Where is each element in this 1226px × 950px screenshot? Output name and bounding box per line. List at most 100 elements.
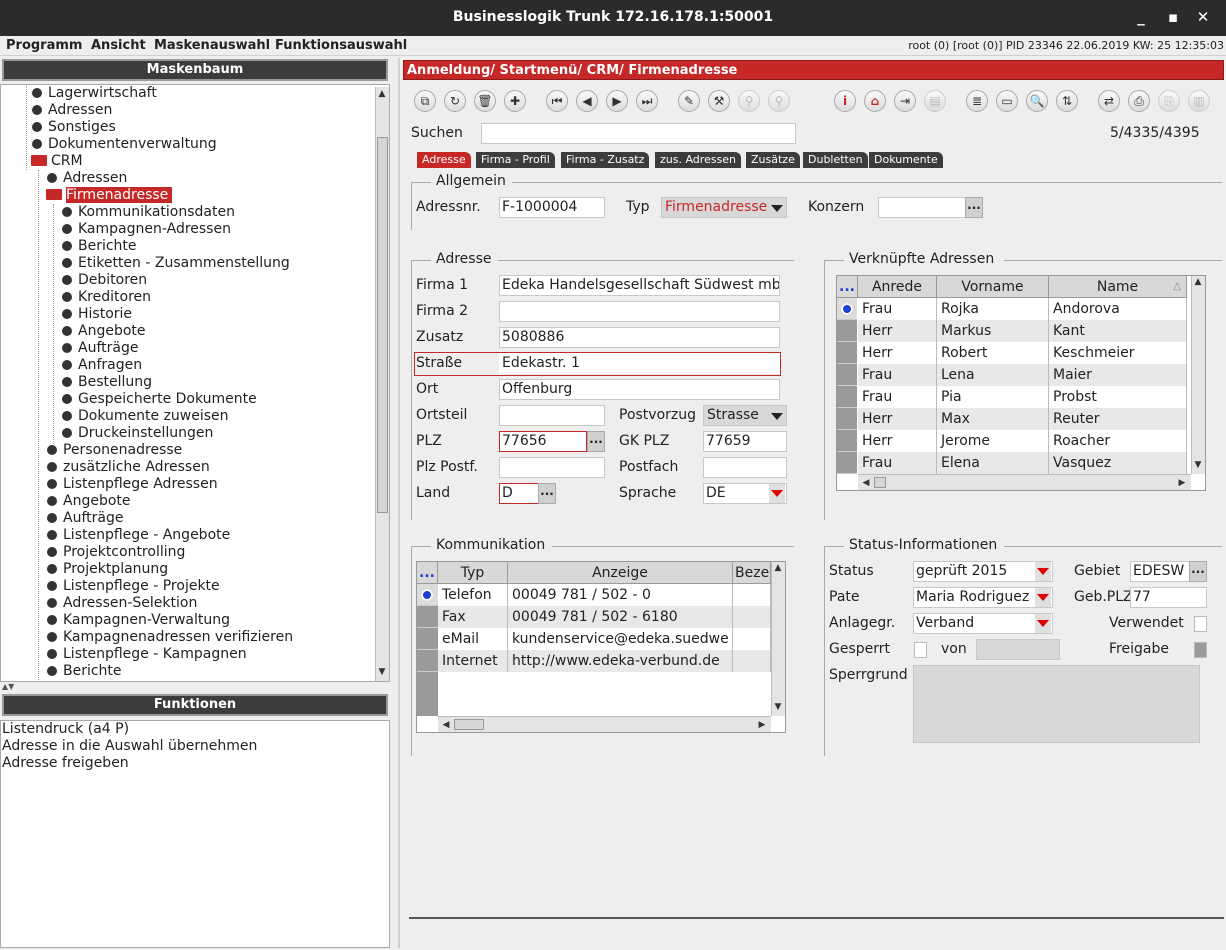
table-cell[interactable]: eMail: [438, 628, 508, 650]
tree-item[interactable]: CRM: [31, 153, 83, 170]
tree-item[interactable]: Adressen-Selektion: [47, 595, 197, 612]
postfach-field[interactable]: [703, 457, 787, 478]
table-cell[interactable]: Markus: [937, 320, 1049, 342]
table-cell[interactable]: kundenservice@edeka.suedwe: [508, 628, 733, 650]
anlagegr-dropdown-icon[interactable]: [1035, 614, 1051, 633]
gebiet-lookup-button[interactable]: ...: [1189, 561, 1207, 582]
table-cell[interactable]: Herr: [858, 320, 937, 342]
sprache-dropdown-icon[interactable]: [769, 484, 785, 503]
function-item[interactable]: Listendruck (a4 P): [1, 721, 389, 738]
last-record-icon[interactable]: ⏭: [636, 90, 658, 112]
table-cell[interactable]: Frau: [858, 298, 937, 320]
edit-icon[interactable]: ✎: [678, 90, 700, 112]
table-cell[interactable]: Jerome: [937, 430, 1049, 452]
tree-item[interactable]: Lagerwirtschaft: [32, 85, 157, 102]
tree-item[interactable]: Listenpflege - Projekte: [47, 578, 220, 595]
column-header-typ[interactable]: Typ: [438, 562, 508, 584]
close-button[interactable]: ✕: [1194, 8, 1212, 26]
tree-item[interactable]: Bestellung: [62, 374, 152, 391]
firma2-field[interactable]: [499, 301, 780, 322]
tab-5[interactable]: Dubletten: [803, 152, 868, 168]
plzpostf-field[interactable]: [499, 457, 605, 478]
typ-dropdown[interactable]: Firmenadresse: [661, 197, 787, 218]
menu-maskenauswahl[interactable]: Maskenauswahl: [154, 38, 270, 53]
firma1-field[interactable]: Edeka Handelsgesellschaft Südwest mb: [499, 275, 780, 296]
tab-3[interactable]: zus. Adressen: [655, 152, 742, 168]
row-marker[interactable]: [837, 320, 857, 342]
table-cell[interactable]: Fax: [438, 606, 508, 628]
menu-ansicht[interactable]: Ansicht: [91, 38, 146, 53]
tree-item[interactable]: Adressen: [47, 170, 127, 187]
tree-item[interactable]: Angebote: [47, 493, 131, 510]
tab-1[interactable]: Firma - Profil: [476, 152, 555, 168]
table-cell[interactable]: 00049 781 / 502 - 6180: [508, 606, 733, 628]
swap-icon[interactable]: ⇄: [1098, 90, 1120, 112]
tree-item[interactable]: Berichte: [62, 238, 137, 255]
tab-4[interactable]: Zusätze: [746, 152, 800, 168]
gebiet-field[interactable]: EDESW: [1130, 561, 1190, 582]
table-cell[interactable]: Internet: [438, 650, 508, 672]
info-icon[interactable]: i: [834, 90, 856, 112]
row-marker[interactable]: [837, 386, 857, 408]
first-record-icon[interactable]: ⏮: [546, 90, 568, 112]
verwendet-checkbox[interactable]: [1194, 616, 1207, 632]
tree-item[interactable]: Listenpflege - Angebote: [47, 527, 230, 544]
tree-item[interactable]: Projektplanung: [47, 561, 168, 578]
table-menu-button[interactable]: ...: [417, 562, 438, 584]
row-marker[interactable]: [837, 430, 857, 452]
tab-2[interactable]: Firma - Zusatz: [561, 152, 650, 168]
tree-item[interactable]: Berichte: [47, 663, 122, 680]
status-field[interactable]: geprüft 2015: [913, 561, 1053, 582]
table-cell[interactable]: Probst: [1049, 386, 1187, 408]
delete-icon[interactable]: 🗑: [474, 90, 496, 112]
menu-programm[interactable]: Programm: [6, 38, 82, 53]
linked-table-vscroll[interactable]: ▲ ▼: [1191, 276, 1205, 474]
row-marker[interactable]: [417, 628, 438, 650]
table-cell[interactable]: Roacher: [1049, 430, 1187, 452]
table-cell[interactable]: Frau: [858, 364, 937, 386]
ort-field[interactable]: Offenburg: [499, 379, 780, 400]
tree-item[interactable]: Debitoren: [62, 272, 147, 289]
sort-icon[interactable]: ⇅: [1056, 90, 1078, 112]
tree-item[interactable]: Dokumentenverwaltung: [32, 136, 217, 153]
land-lookup-button[interactable]: ...: [538, 483, 556, 504]
refresh-icon[interactable]: ↻: [444, 90, 466, 112]
tree-item[interactable]: Angebote: [62, 323, 146, 340]
table-cell[interactable]: Maier: [1049, 364, 1187, 386]
status-dropdown-icon[interactable]: [1035, 562, 1051, 581]
anlagegr-field[interactable]: Verband: [913, 613, 1053, 634]
row-marker[interactable]: [837, 364, 857, 386]
table-cell[interactable]: Keschmeier: [1049, 342, 1187, 364]
tree-item[interactable]: Sonstiges: [32, 119, 116, 136]
table-cell[interactable]: Kant: [1049, 320, 1187, 342]
zusatz-field[interactable]: 5080886: [499, 327, 780, 348]
tree-item[interactable]: Kampagnen-Adressen: [62, 221, 231, 238]
column-header-anzeige[interactable]: Anzeige: [508, 562, 733, 584]
table-cell[interactable]: Telefon: [438, 584, 508, 606]
pate-dropdown-icon[interactable]: [1035, 588, 1051, 607]
adressnr-field[interactable]: F-1000004: [499, 197, 605, 218]
tree-scrollbar[interactable]: ▲ ▼: [375, 87, 389, 681]
row-marker[interactable]: [837, 298, 857, 320]
table-cell[interactable]: 00049 781 / 502 - 0: [508, 584, 733, 606]
plz-lookup-button[interactable]: ...: [587, 431, 605, 452]
tree-item[interactable]: Aufträge: [62, 340, 138, 357]
table-cell[interactable]: Frau: [858, 452, 937, 474]
land-field[interactable]: D: [499, 483, 539, 504]
comm-table-vscroll[interactable]: ▲ ▼: [771, 562, 785, 716]
table-cell[interactable]: Herr: [858, 430, 937, 452]
menu-funktionsauswahl[interactable]: Funktionsauswahl: [275, 38, 407, 53]
table-cell[interactable]: Lena: [937, 364, 1049, 386]
tree-item[interactable]: Kampagnen-Verwaltung: [47, 612, 230, 629]
table-cell[interactable]: Herr: [858, 408, 937, 430]
tree-item[interactable]: Aufträge: [47, 510, 123, 527]
row-marker[interactable]: [417, 606, 438, 628]
tab-0[interactable]: Adresse: [417, 152, 471, 168]
row-marker[interactable]: [837, 452, 857, 474]
tree-item[interactable]: Listenpflege Adressen: [47, 476, 218, 493]
postvorzug-dropdown[interactable]: Strasse: [703, 405, 787, 426]
table-cell[interactable]: Reuter: [1049, 408, 1187, 430]
linked-table-hscroll[interactable]: ◀ ▶: [858, 474, 1191, 490]
table-cell[interactable]: Rojka: [937, 298, 1049, 320]
column-header-name[interactable]: Name △: [1049, 276, 1187, 298]
